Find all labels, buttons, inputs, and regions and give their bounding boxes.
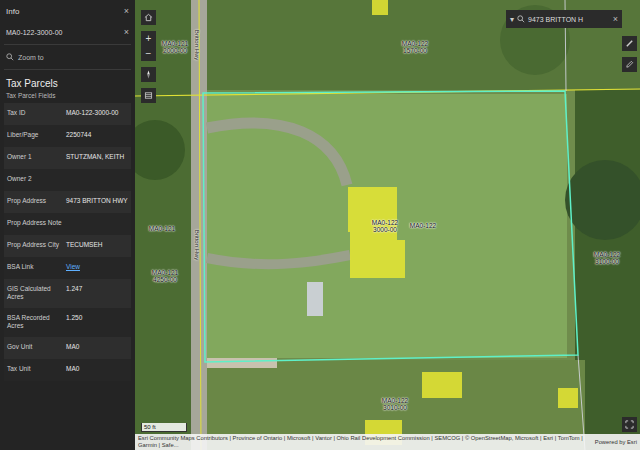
field-row: Tax IDMA0-122-3000-00 <box>4 103 131 125</box>
parcel-label: MA0-1223010-00 <box>382 397 408 412</box>
field-row: GIS Calculated Acres1.247 <box>4 279 131 308</box>
field-label: Tax Unit <box>7 365 63 373</box>
field-row: Gov UnitMA0 <box>4 337 131 359</box>
field-label: Liber/Page <box>7 131 63 139</box>
field-label: Owner 1 <box>7 153 63 161</box>
panel-header: Info × <box>4 0 131 20</box>
field-row: Prop Address Note <box>4 213 131 235</box>
powered-by[interactable]: Powered by Esri <box>595 439 637 445</box>
field-row: BSA LinkView <box>4 257 131 279</box>
zoom-in-button[interactable]: + <box>141 31 156 46</box>
info-panel: Info×MA0-122-3000-00×Zoom toTax ParcelsT… <box>0 0 135 450</box>
compass-icon <box>144 70 153 79</box>
zoom-to-button[interactable]: Zoom to <box>4 45 131 70</box>
search-bar: ▾ 9473 BRITTON H× <box>506 10 622 28</box>
fullscreen-button[interactable] <box>622 417 637 432</box>
search-input[interactable]: 9473 BRITTON H <box>528 16 610 23</box>
panel-title: Info <box>6 7 19 16</box>
field-label: BSA Recorded Acres <box>7 314 63 331</box>
parcel-label: MA0-1212000-00 <box>162 40 188 55</box>
field-label: BSA Link <box>7 263 63 271</box>
search-clear-button[interactable]: × <box>613 14 618 24</box>
parcel-label: MA0-1214250-00 <box>152 269 178 284</box>
draw-button[interactable] <box>622 57 637 72</box>
field-value: 1.250 <box>66 314 128 322</box>
field-value: MA0-122-3000-00 <box>66 109 128 117</box>
field-row: Prop Address CityTECUMSEH <box>4 235 131 257</box>
scale-bar: 50 ft <box>141 423 187 432</box>
pencil-icon <box>625 60 634 69</box>
compass-button[interactable] <box>141 67 156 82</box>
zoom-out-button[interactable]: − <box>141 46 156 61</box>
parcel-label: MA0-1223000-00 <box>372 219 398 234</box>
field-label: Prop Address <box>7 197 63 205</box>
zoom-to-label: Zoom to <box>18 54 44 61</box>
home-button[interactable] <box>141 10 156 25</box>
field-label: Prop Address Note <box>7 219 63 227</box>
feature-id: MA0-122-3000-00 <box>6 29 62 36</box>
home-icon <box>144 13 153 22</box>
field-row: Prop Address9473 BRITTON HWY <box>4 191 131 213</box>
layer-list-button[interactable] <box>141 88 156 103</box>
field-row: Owner 1STUTZMAN, KEITH <box>4 147 131 169</box>
layer-title: Tax Parcels <box>4 70 131 90</box>
right-toolbar <box>622 36 637 72</box>
parcel-label: MA0-121 <box>149 225 175 232</box>
road-label: Britton Hwy <box>194 230 200 261</box>
field-value: 1.247 <box>66 285 128 293</box>
gis-viewer: Info×MA0-122-3000-00×Zoom toTax ParcelsT… <box>0 0 640 450</box>
map-toolbar: +− <box>141 10 156 103</box>
field-value: 2250744 <box>66 131 128 139</box>
list-icon <box>144 91 153 100</box>
zoom-controls: +− <box>141 31 156 61</box>
search-source-dropdown[interactable]: ▾ <box>510 15 514 24</box>
field-row: Tax UnitMA0 <box>4 359 131 381</box>
field-value: MA0 <box>66 365 128 373</box>
parcel-label: MA0-1221570-00 <box>402 40 428 55</box>
attribution-text: Esri Community Maps Contributors | Provi… <box>138 435 591 449</box>
field-row: Liber/Page2250744 <box>4 125 131 147</box>
field-value: STUTZMAN, KEITH <box>66 153 128 161</box>
field-label: Prop Address City <box>7 241 63 249</box>
search-icon <box>517 15 525 23</box>
expand-icon <box>625 420 634 429</box>
field-label: Owner 2 <box>7 175 63 183</box>
clear-feature-button[interactable]: × <box>124 27 129 37</box>
road-label: Britton Hwy <box>194 30 200 61</box>
ruler-icon <box>625 39 634 48</box>
zoom-icon <box>6 53 14 61</box>
field-value: MA0 <box>66 343 128 351</box>
field-row: Owner 2 <box>4 169 131 191</box>
field-label: GIS Calculated Acres <box>7 285 63 302</box>
parcel-label: MA0-122 <box>410 222 436 229</box>
field-table: Tax IDMA0-122-3000-00Liber/Page2250744Ow… <box>4 103 131 381</box>
field-value: TECUMSEH <box>66 241 128 249</box>
attribution-bar: Esri Community Maps Contributors | Provi… <box>135 434 640 450</box>
layer-subtitle: Tax Parcel Fields <box>4 90 131 103</box>
field-link[interactable]: View <box>66 263 128 271</box>
field-row: BSA Recorded Acres1.250 <box>4 308 131 337</box>
field-label: Gov Unit <box>7 343 63 351</box>
map-view[interactable]: Britton Hwy Britton Hwy MA0-1212000-00 MA0-… <box>135 0 640 450</box>
parcel-label: MA0-1223100-00 <box>594 251 620 266</box>
measure-button[interactable] <box>622 36 637 51</box>
close-button[interactable]: × <box>124 6 129 16</box>
field-value: 9473 BRITTON HWY <box>66 197 128 205</box>
feature-selector[interactable]: MA0-122-3000-00 × <box>4 20 131 45</box>
field-label: Tax ID <box>7 109 63 117</box>
